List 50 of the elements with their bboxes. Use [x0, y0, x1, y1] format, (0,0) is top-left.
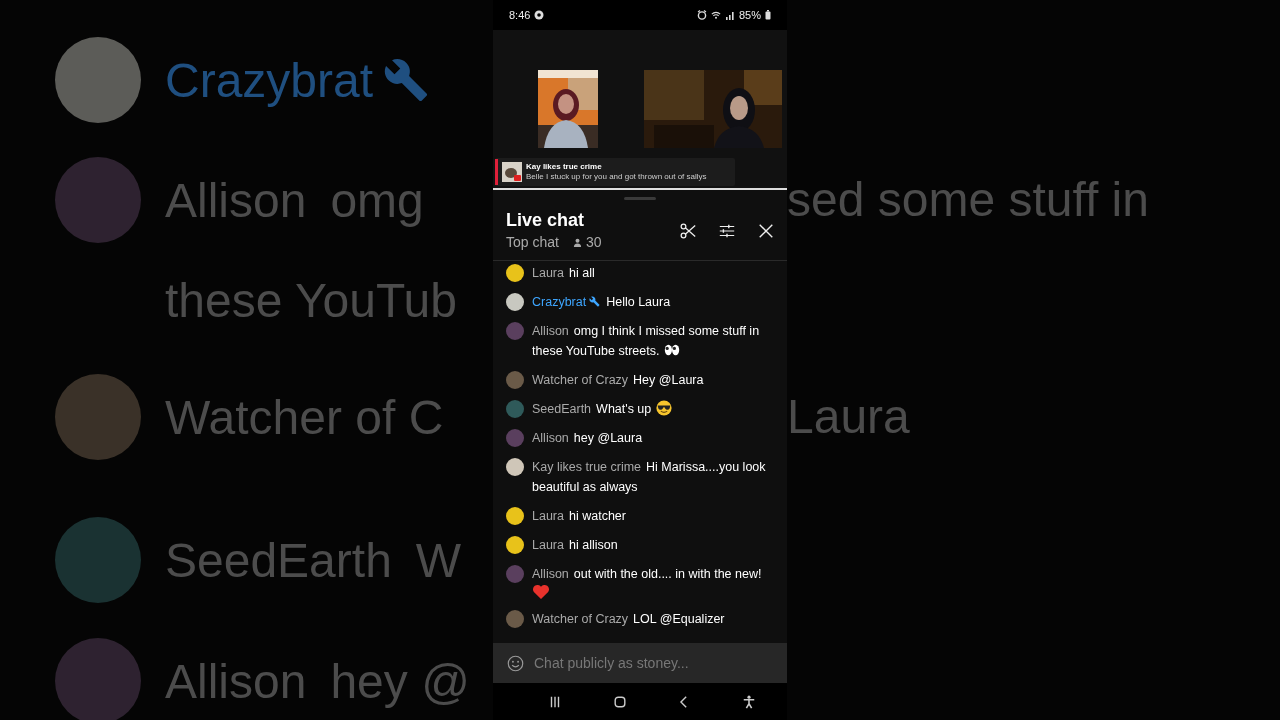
message-text: sed some stuff in — [787, 172, 1150, 228]
clock: 8:46 — [509, 9, 531, 21]
smiley-icon[interactable] — [507, 654, 524, 672]
author-name: Crazybrat — [165, 52, 374, 108]
chat-message: Allison out with the old.... in with the new! — [532, 564, 762, 600]
avatar[interactable] — [506, 293, 524, 311]
chat-mode[interactable]: Top chat — [506, 234, 559, 250]
chat-message: Kay likes true crime Hi Marissa....you look beautiful as always — [532, 459, 767, 496]
person-icon — [572, 237, 582, 247]
author-name: Allison — [165, 653, 307, 709]
message-text: Laura — [787, 389, 911, 445]
chat-title: Live chat — [506, 209, 586, 231]
scissors-icon[interactable] — [679, 222, 697, 240]
sliders-icon[interactable] — [718, 222, 736, 240]
wifi-icon — [710, 10, 721, 20]
author-name: Allison — [165, 172, 307, 228]
wrench-icon — [383, 57, 430, 103]
message-text: hey @ — [330, 653, 470, 709]
accessibility-icon[interactable] — [741, 694, 756, 709]
signal-icon — [724, 10, 735, 20]
chat-message: Laura hi watcher — [532, 508, 626, 525]
drag-handle[interactable] — [624, 197, 656, 200]
battery-percent: 85% — [738, 9, 761, 21]
ticker-message: Belle I stuck up for you and got thrown out of sallys — [526, 172, 707, 182]
chat-message: Laura hi allison — [532, 537, 618, 554]
alarm-icon — [696, 10, 707, 20]
message-text: these YouTub — [165, 272, 457, 328]
chat-message: Allison omg I think I missed some stuff in these YouTube streets. — [532, 323, 761, 360]
avatar[interactable] — [506, 507, 524, 525]
avatar[interactable] — [506, 264, 524, 282]
viewer-count: 30 — [585, 234, 602, 250]
chat-input-bar[interactable]: Chat publicly as stoney... — [493, 643, 787, 683]
chat-message: Laura hi all — [532, 265, 595, 282]
message-text: omg — [330, 172, 424, 228]
chat-message: Watcher of Crazy LOL @Equalizer — [532, 611, 725, 628]
avatar[interactable] — [506, 536, 524, 554]
avatar[interactable] — [506, 458, 524, 476]
author-name: SeedEarth — [165, 532, 392, 588]
chat-message: Allison hey @Laura — [532, 430, 643, 447]
close-icon[interactable] — [757, 222, 775, 240]
message-text: W — [415, 532, 462, 588]
chat-message: SeedEarth What's up — [532, 399, 673, 419]
chat-input[interactable]: Chat publicly as stoney... — [534, 655, 773, 671]
chat-message: Crazybrat Hello Laura — [532, 294, 671, 311]
ticker-author: Kay likes true crime — [526, 162, 603, 172]
battery-icon — [765, 10, 771, 20]
home-icon[interactable] — [612, 694, 627, 709]
wrench-icon — [589, 296, 601, 307]
author-name: Watcher of C — [165, 389, 444, 445]
chat-message: Watcher of Crazy Hey @Laura — [532, 372, 704, 389]
